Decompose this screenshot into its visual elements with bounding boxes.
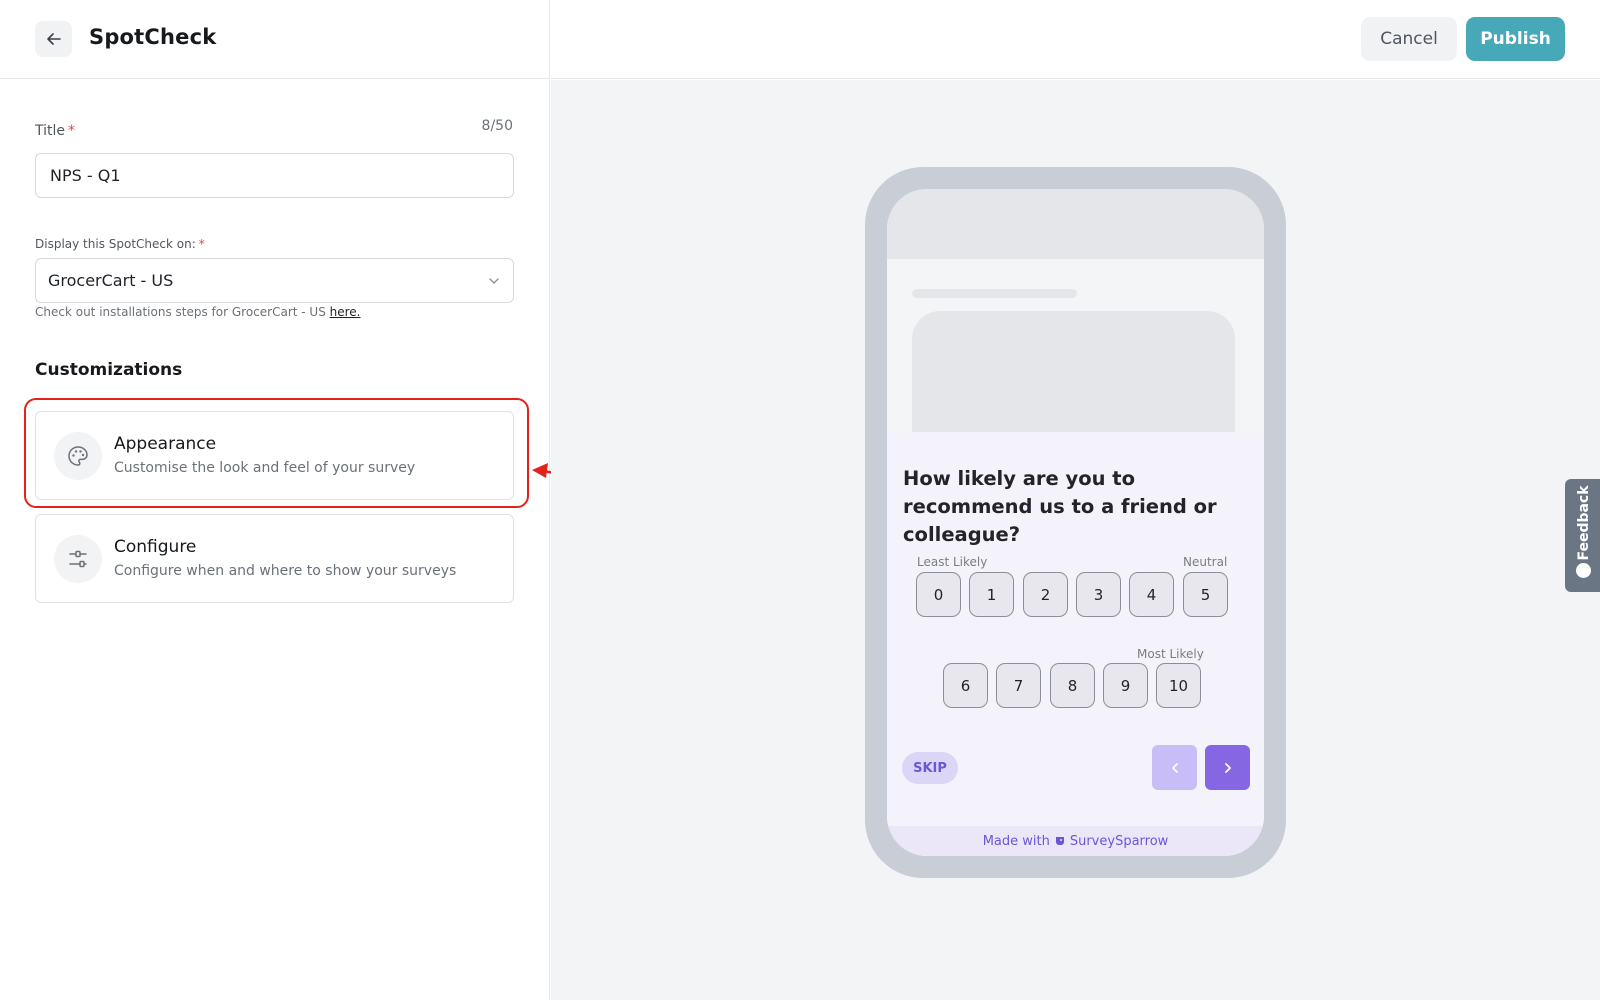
left-panel: SpotCheck Title* 8/50 Display this SpotC…: [0, 0, 604, 1000]
feedback-tab[interactable]: Feedback: [1565, 479, 1600, 592]
header-bar: SpotCheck: [0, 0, 550, 79]
display-label: Display this SpotCheck on: *: [35, 237, 205, 251]
smiley-icon: [1576, 563, 1591, 578]
sparrow-logo-icon: [1055, 837, 1064, 845]
appearance-card[interactable]: Appearance Customise the look and feel o…: [35, 411, 514, 500]
title-char-counter: 8/50: [481, 118, 513, 134]
nps-option-7[interactable]: 7: [996, 663, 1041, 708]
appearance-description: Customise the look and feel of your surv…: [114, 460, 416, 476]
install-help-link[interactable]: here.: [330, 305, 361, 319]
prev-button[interactable]: [1152, 745, 1197, 790]
nps-option-10[interactable]: 10: [1156, 663, 1201, 708]
nps-option-9[interactable]: 9: [1103, 663, 1148, 708]
neutral-label: Neutral: [1183, 555, 1228, 569]
next-button[interactable]: [1205, 745, 1250, 790]
phone-screen: How likely are you to recommend us to a …: [887, 189, 1264, 856]
nps-option-2[interactable]: 2: [1023, 572, 1068, 617]
survey-widget: How likely are you to recommend us to a …: [887, 432, 1264, 826]
display-select[interactable]: GrocerCart - US: [35, 258, 514, 303]
skeleton-card: [912, 311, 1235, 436]
customizations-heading: Customizations: [35, 360, 183, 380]
arrow-left-icon: [46, 33, 61, 45]
sliders-icon: [69, 550, 87, 568]
display-select-value: GrocerCart - US: [48, 271, 174, 290]
cancel-button[interactable]: Cancel: [1361, 17, 1457, 61]
phone-top-bar: [887, 189, 1264, 259]
nps-option-5[interactable]: 5: [1183, 572, 1228, 617]
appearance-title: Appearance: [114, 434, 217, 454]
page-title: SpotCheck: [89, 25, 217, 49]
nps-option-0[interactable]: 0: [916, 572, 961, 617]
surveysparrow-link[interactable]: SurveySparrow: [1054, 834, 1168, 849]
feedback-label: Feedback: [1575, 485, 1592, 561]
survey-question: How likely are you to recommend us to a …: [903, 467, 1217, 546]
install-help-text: Check out installations steps for Grocer…: [35, 305, 361, 319]
nps-option-4[interactable]: 4: [1129, 572, 1174, 617]
palette-icon: [68, 446, 88, 466]
chevron-down-icon: [489, 277, 499, 284]
configure-title: Configure: [114, 537, 197, 557]
chevron-left-icon: [1171, 762, 1178, 773]
configure-description: Configure when and where to show your su…: [114, 563, 457, 579]
configure-card[interactable]: Configure Configure when and where to sh…: [35, 514, 514, 603]
nps-option-1[interactable]: 1: [969, 572, 1014, 617]
footer-prefix: Made with: [982, 833, 1050, 849]
skip-button[interactable]: SKIP: [902, 752, 958, 784]
least-likely-label: Least Likely: [917, 555, 988, 569]
footer-brand: SurveySparrow: [1069, 833, 1169, 849]
nps-option-6[interactable]: 6: [943, 663, 988, 708]
title-label: Title *: [35, 123, 76, 139]
publish-button[interactable]: Publish: [1466, 17, 1565, 61]
back-button[interactable]: [35, 21, 72, 57]
skeleton-line: [912, 289, 1077, 298]
chevron-right-icon: [1224, 762, 1231, 773]
nps-option-8[interactable]: 8: [1050, 663, 1095, 708]
title-input[interactable]: [35, 153, 514, 198]
most-likely-label: Most Likely: [1137, 647, 1204, 661]
phone-preview: How likely are you to recommend us to a …: [865, 167, 1286, 878]
survey-footer: Made with SurveySparrow: [887, 826, 1264, 856]
nps-option-3[interactable]: 3: [1076, 572, 1121, 617]
